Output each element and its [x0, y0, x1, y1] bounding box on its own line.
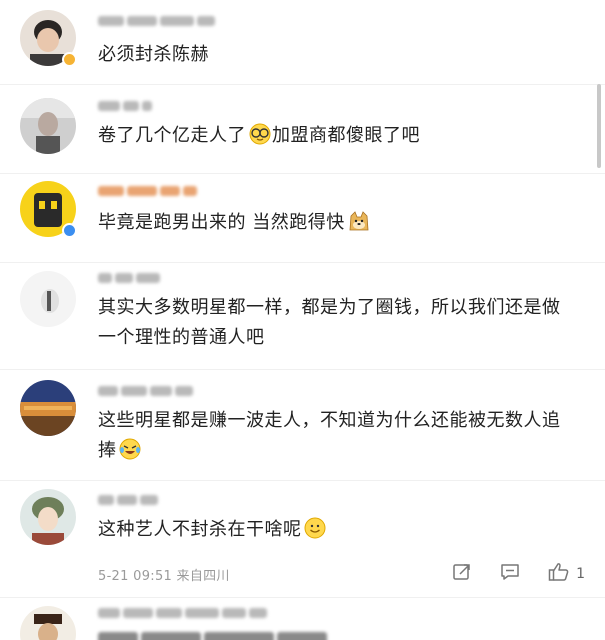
comment-item: 必须封杀陈赫 — [0, 0, 605, 85]
comment-text-part: 卷了几个亿走人了 — [98, 125, 246, 146]
comment-item: 这种艺人不封杀在干啥呢 5-21 09:51 来自四川 1 — [0, 481, 605, 598]
comment-page: 必须封杀陈赫 卷了几个亿走人了 加盟商都傻眼了吧 毕竟是跑男出来的 当然跑得快 … — [0, 0, 605, 640]
comment-text-part: 这种艺人不封杀在干啥呢 — [98, 519, 302, 540]
avatar[interactable] — [20, 380, 76, 436]
comment-text: 这些明星都是赚一波走人，不知道为什么还能被无数人追捧 — [98, 406, 565, 470]
username[interactable] — [98, 606, 267, 620]
username[interactable] — [98, 14, 215, 28]
like-button[interactable]: 1 — [548, 562, 585, 586]
comment-list: 必须封杀陈赫 卷了几个亿走人了 加盟商都傻眼了吧 毕竟是跑男出来的 当然跑得快 … — [0, 0, 605, 640]
comment-item: 卷了几个亿走人了 加盟商都傻眼了吧 — [0, 85, 605, 174]
comment-text: 其实大多数明星都一样，都是为了圈钱，所以我们还是做一个理性的普通人吧 — [98, 297, 561, 348]
comment-item: 这些明星都是赚一波走人，不知道为什么还能被无数人追捧 — [0, 370, 605, 481]
like-count: 1 — [576, 566, 585, 582]
avatar[interactable] — [20, 98, 76, 154]
comment-text-part: 加盟商都傻眼了吧 — [272, 125, 420, 146]
thumbs-up-icon[interactable] — [548, 562, 570, 586]
avatar[interactable] — [20, 606, 76, 640]
comment-text: 卷了几个亿走人了 加盟商都傻眼了吧 — [98, 121, 565, 155]
comment-text-part: 这些明星都是赚一波走人，不知道为什么还能被无数人追捧 — [98, 410, 561, 461]
comment-text-part: 毕竟是跑男出来的 当然跑得快 — [98, 212, 345, 233]
username[interactable] — [98, 493, 158, 507]
smiling-face-with-sunglasses-emoji-icon — [248, 123, 272, 155]
comment-item: 毕竟是跑男出来的 当然跑得快 — [0, 174, 605, 263]
avatar[interactable] — [20, 271, 76, 327]
comment-text: 这种艺人不封杀在干啥呢 — [98, 515, 565, 549]
comment-text: 毕竟是跑男出来的 当然跑得快 — [98, 208, 565, 242]
comment-text: 必须封杀陈赫 — [98, 44, 209, 65]
smiling-face-emoji-icon — [304, 517, 326, 549]
avatar[interactable] — [20, 489, 76, 545]
comment-item: 其实大多数明星都一样，都是为了圈钱，所以我们还是做一个理性的普通人吧 — [0, 263, 605, 370]
share-icon[interactable] — [452, 562, 472, 586]
username[interactable] — [98, 184, 197, 198]
doge-emoji-icon — [347, 210, 371, 242]
verified-badge-icon — [62, 223, 77, 238]
comment-actions: 1 — [452, 562, 585, 586]
verified-badge-icon — [62, 52, 77, 67]
laughing-tears-emoji-icon — [119, 438, 141, 470]
comment-icon[interactable] — [500, 562, 520, 586]
scrollbar-thumb[interactable] — [597, 84, 601, 168]
comment-footer: 5-21 09:51 来自四川 1 — [98, 563, 585, 585]
username[interactable] — [98, 99, 152, 113]
username[interactable] — [98, 384, 193, 398]
comment-timestamp: 5-21 09:51 来自四川 — [98, 568, 230, 584]
username[interactable] — [98, 271, 160, 285]
comment-item — [0, 598, 605, 640]
comment-text-obscured — [98, 632, 327, 640]
